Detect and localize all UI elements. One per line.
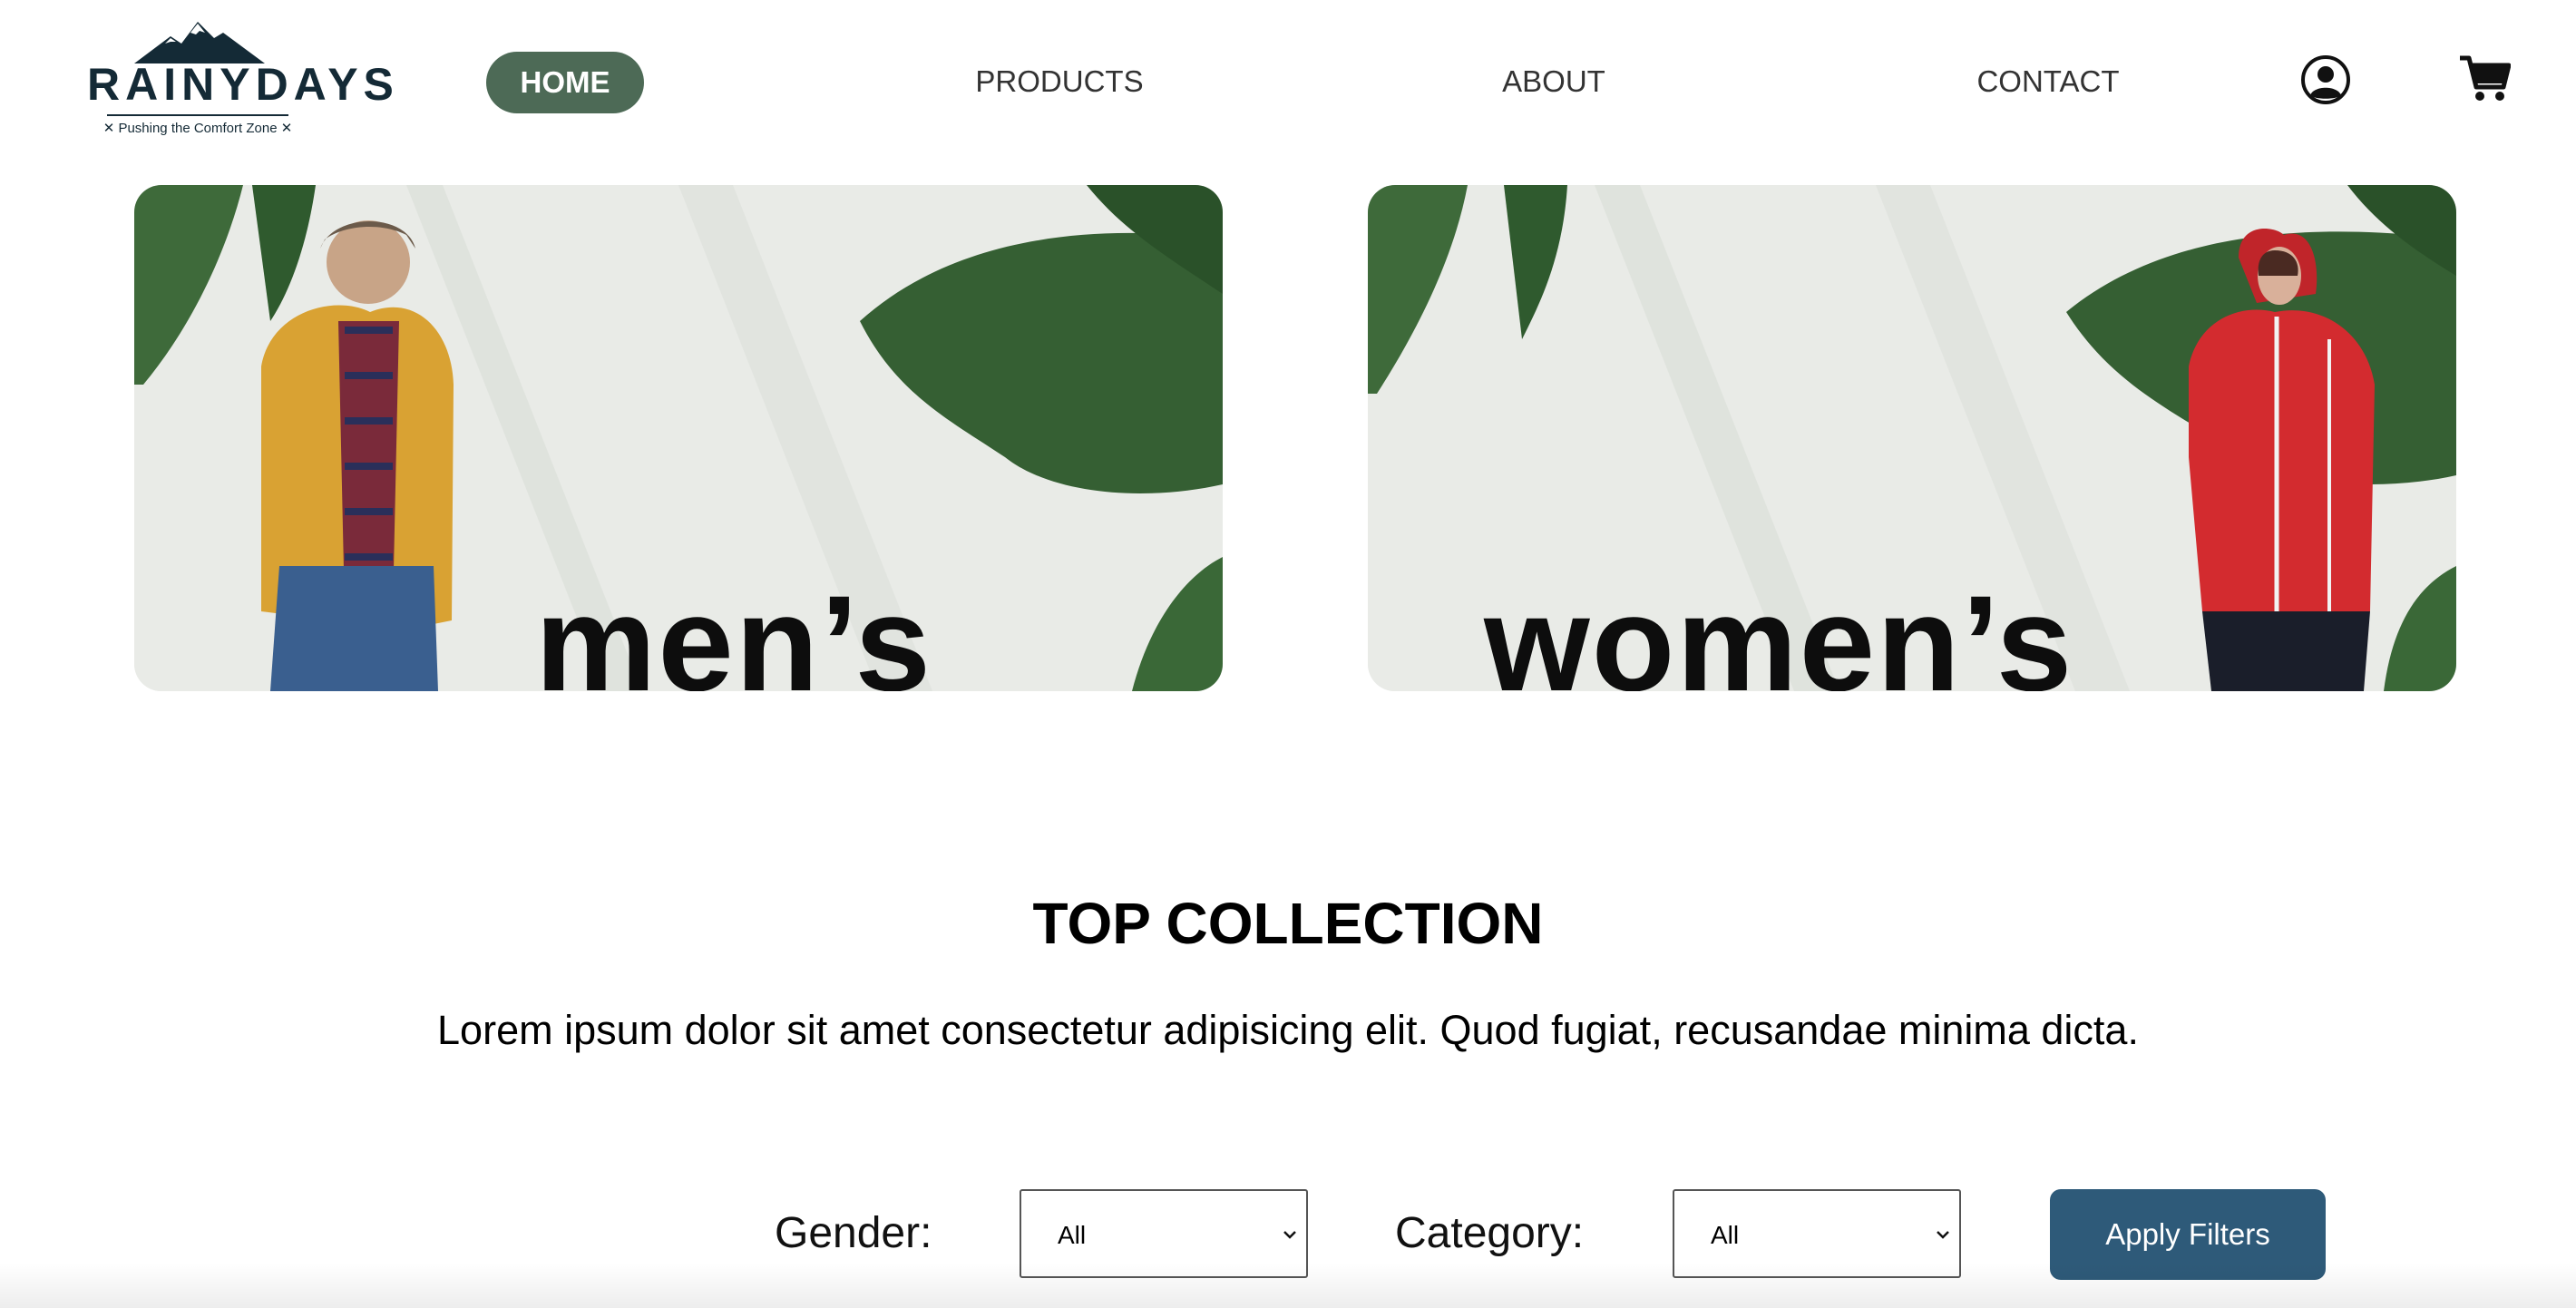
brand-tagline: ✕ Pushing the Comfort Zone ✕: [102, 121, 293, 136]
category-select-value: All: [1711, 1221, 1740, 1249]
page-fold-shadow: [0, 1263, 2576, 1308]
gender-filter-label: Gender:: [775, 1209, 932, 1257]
womens-label: women’s: [1484, 567, 2074, 691]
mens-label: men’s: [535, 567, 932, 691]
chevron-down-icon: [1937, 1231, 1949, 1239]
site-header: RAINYDAYS ✕ Pushing the Comfort Zone ✕ H…: [0, 0, 2576, 163]
womens-banner[interactable]: women’s: [1368, 185, 2456, 691]
brand-wordmark: RAINYDAYS: [87, 59, 399, 110]
chevron-down-icon: [1283, 1231, 1296, 1239]
user-circle-icon[interactable]: [2300, 54, 2351, 105]
category-filter-label: Category:: [1395, 1209, 1585, 1257]
collection-title: TOP COLLECTION: [1032, 891, 1544, 956]
brand-logo[interactable]: RAINYDAYS ✕ Pushing the Comfort Zone ✕: [87, 20, 399, 142]
logo-divider: [107, 114, 288, 116]
collection-description: Lorem ipsum dolor sit amet consectetur a…: [437, 1007, 2139, 1053]
shopping-cart-icon[interactable]: [2458, 54, 2511, 103]
gender-select-value: All: [1058, 1221, 1087, 1249]
nav-contact[interactable]: CONTACT: [1912, 63, 2184, 100]
nav-home[interactable]: HOME: [486, 52, 644, 113]
nav-products[interactable]: PRODUCTS: [923, 63, 1195, 100]
nav-about[interactable]: ABOUT: [1418, 63, 1690, 100]
mens-banner[interactable]: men’s: [134, 185, 1223, 691]
